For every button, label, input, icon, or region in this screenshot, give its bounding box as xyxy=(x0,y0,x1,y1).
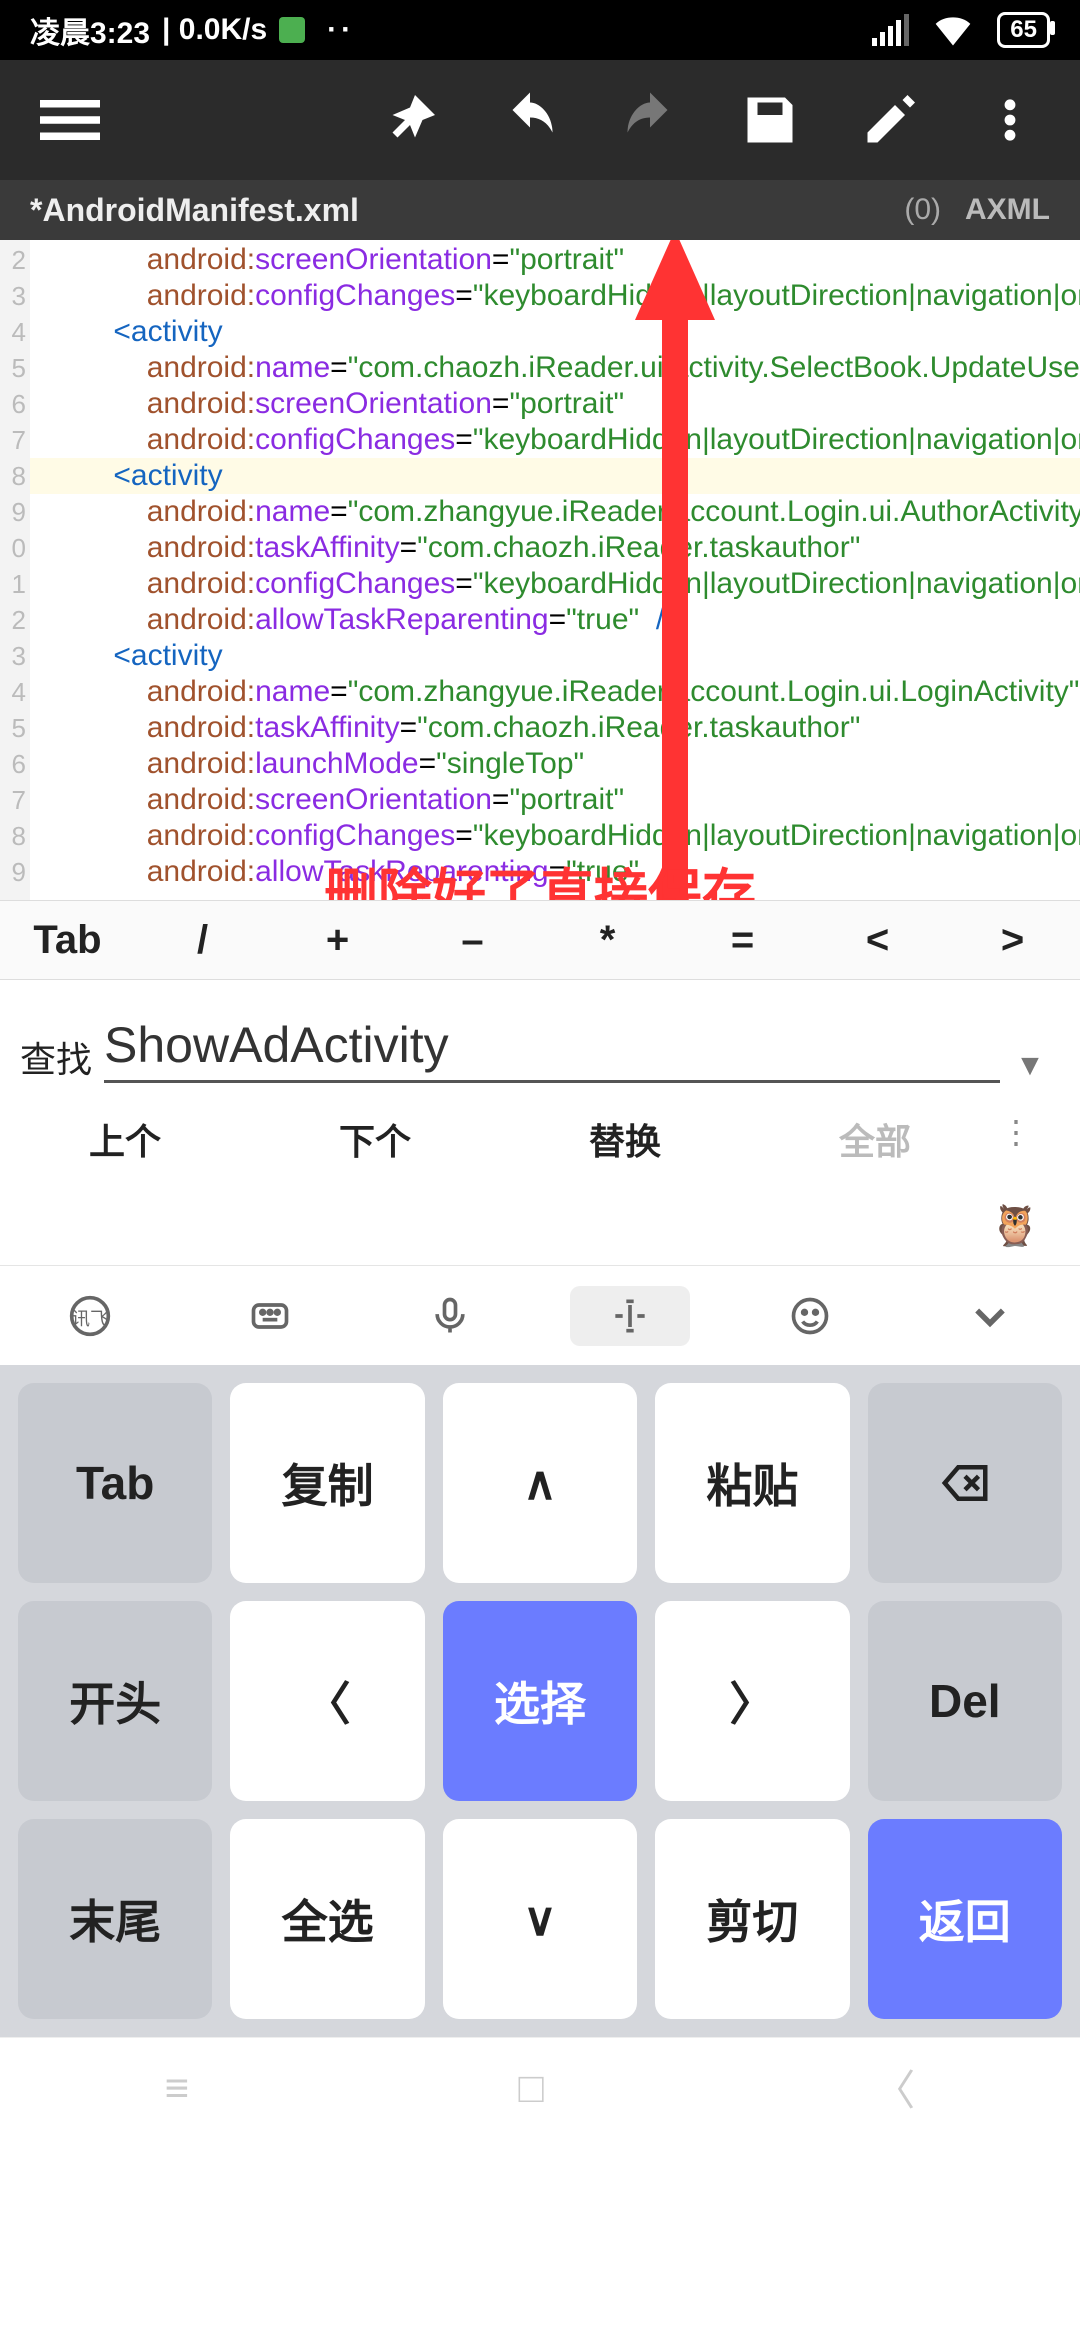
key-selectall[interactable]: 全选 xyxy=(230,1819,424,2019)
find-next-button[interactable]: 下个 xyxy=(250,1113,500,1165)
status-time: 凌晨3:23 xyxy=(30,8,150,52)
replace-button[interactable]: 替换 xyxy=(500,1113,750,1165)
ime-keyboard: Tab 复制 ∧ 粘贴 开头 〈 选择 〉 Del 末尾 全选 ∨ 剪切 返回 xyxy=(0,1365,1080,2037)
nav-back-icon[interactable]: 〈 xyxy=(873,2057,915,2118)
key-paste[interactable]: 粘贴 xyxy=(655,1383,849,1583)
key-down[interactable]: ∨ xyxy=(443,1819,637,2019)
battery-indicator: 65 xyxy=(997,12,1050,48)
sym-gt[interactable]: > xyxy=(945,918,1080,963)
app-toolbar xyxy=(0,60,1080,180)
code-content[interactable]: android:screenOrientation="portrait" and… xyxy=(30,240,1080,900)
line-gutter: 234567890123456789 xyxy=(0,240,30,900)
undo-button[interactable] xyxy=(470,60,590,180)
save-button[interactable] xyxy=(710,60,830,180)
status-bar: 凌晨3:23 | 0.0K/s ·· 65 xyxy=(0,0,1080,60)
symbol-row: Tab / + – * = < > xyxy=(0,900,1080,980)
ime-mic-icon[interactable] xyxy=(390,1286,510,1346)
key-cut[interactable]: 剪切 xyxy=(655,1819,849,2019)
sym-tab[interactable]: Tab xyxy=(0,918,135,963)
ime-assistant-icon[interactable]: 🦉 xyxy=(990,1202,1040,1249)
ime-emoji-icon[interactable] xyxy=(750,1286,870,1346)
key-home[interactable]: 开头 xyxy=(18,1601,212,1801)
nav-recent-icon[interactable]: ≡ xyxy=(165,2064,190,2112)
key-select[interactable]: 选择 xyxy=(443,1601,637,1801)
sym-equals[interactable]: = xyxy=(675,918,810,963)
sym-minus[interactable]: – xyxy=(405,918,540,963)
svg-text:讯飞: 讯飞 xyxy=(72,1308,109,1329)
ime-cursor-mode-icon[interactable] xyxy=(570,1286,690,1346)
wifi-icon xyxy=(927,0,979,60)
key-end[interactable]: 末尾 xyxy=(18,1819,212,2019)
ime-keyboard-icon[interactable] xyxy=(210,1286,330,1346)
search-label: 查找 xyxy=(20,1031,92,1083)
status-more-icon: ·· xyxy=(327,13,355,47)
key-right[interactable]: 〉 xyxy=(655,1601,849,1801)
code-editor[interactable]: 234567890123456789 android:screenOrienta… xyxy=(0,240,1080,900)
key-return[interactable]: 返回 xyxy=(868,1819,1062,2019)
find-prev-button[interactable]: 上个 xyxy=(0,1113,250,1165)
menu-button[interactable] xyxy=(10,60,130,180)
search-input[interactable] xyxy=(104,1010,1000,1083)
file-tab-bar: *AndroidManifest.xml (0) AXML xyxy=(0,180,1080,240)
status-netspeed: | 0.0K/s xyxy=(162,13,267,47)
ime-voice-input-icon[interactable]: 讯飞 xyxy=(30,1286,150,1346)
key-backspace[interactable] xyxy=(868,1383,1062,1583)
file-tab-title[interactable]: *AndroidManifest.xml xyxy=(30,192,904,229)
status-app-icon xyxy=(279,17,305,43)
nav-home-icon[interactable]: □ xyxy=(519,2064,544,2112)
redo-button[interactable] xyxy=(590,60,710,180)
overflow-button[interactable] xyxy=(950,60,1070,180)
key-left[interactable]: 〈 xyxy=(230,1601,424,1801)
ime-assistant-row: 🦉 xyxy=(0,1185,1080,1265)
search-dropdown-icon[interactable]: ▼ xyxy=(1000,1049,1060,1083)
sym-plus[interactable]: + xyxy=(270,918,405,963)
sym-lt[interactable]: < xyxy=(810,918,945,963)
search-bar: 查找 ▼ xyxy=(0,980,1080,1083)
key-up[interactable]: ∧ xyxy=(443,1383,637,1583)
key-copy[interactable]: 复制 xyxy=(230,1383,424,1583)
file-tab-format: AXML xyxy=(965,193,1050,227)
edit-button[interactable] xyxy=(830,60,950,180)
signal-icon xyxy=(872,14,909,46)
key-delete[interactable]: Del xyxy=(868,1601,1062,1801)
key-tab[interactable]: Tab xyxy=(18,1383,212,1583)
sym-star[interactable]: * xyxy=(540,918,675,963)
ime-collapse-icon[interactable] xyxy=(930,1286,1050,1346)
replace-all-button[interactable]: 全部 xyxy=(750,1113,1000,1165)
sym-slash[interactable]: / xyxy=(135,918,270,963)
search-actions: 上个 下个 替换 全部 ⋮ xyxy=(0,1083,1080,1185)
pin-button[interactable] xyxy=(350,60,470,180)
file-tab-count: (0) xyxy=(904,193,941,227)
search-more-icon[interactable]: ⋮ xyxy=(1000,1113,1080,1165)
system-navbar: ≡ □ 〈 xyxy=(0,2037,1080,2137)
ime-toolbar: 讯飞 xyxy=(0,1265,1080,1365)
